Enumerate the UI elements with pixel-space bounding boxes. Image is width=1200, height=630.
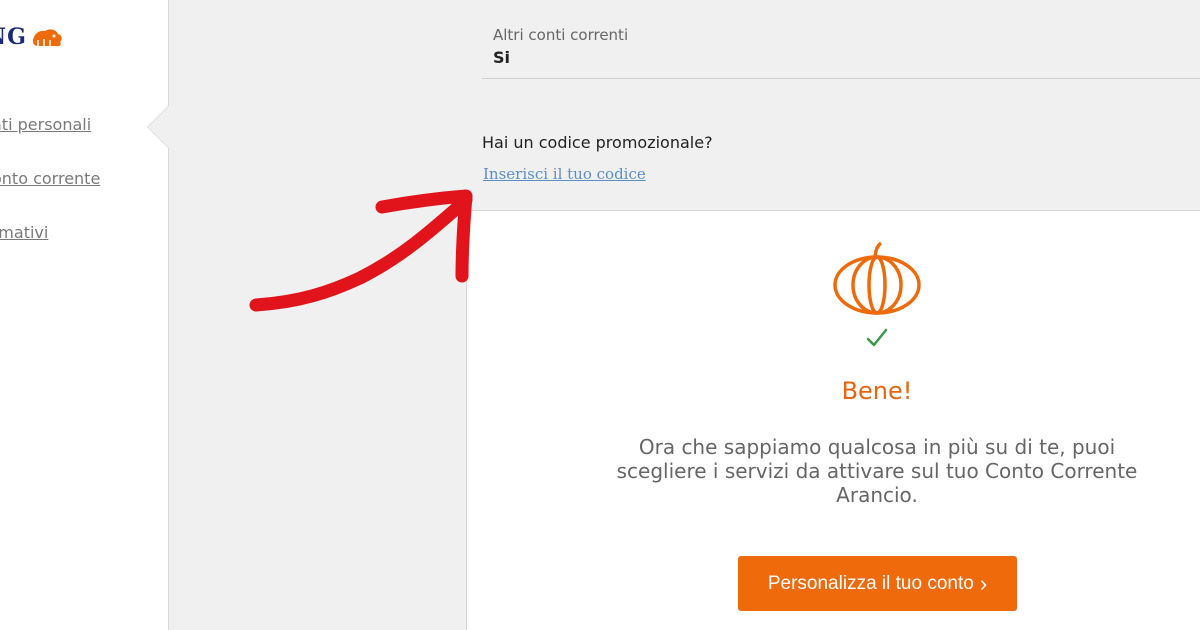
confirmation-card: Bene! Ora che sappiamo qualcosa in più s… <box>466 210 1200 630</box>
confirmation-title: Bene! <box>841 377 913 405</box>
confirmation-message: Ora che sappiamo qualcosa in più su di t… <box>616 435 1138 507</box>
chevron-right-icon: › <box>979 570 988 596</box>
personalize-account-button[interactable]: Personalizza il tuo conto › <box>738 556 1017 611</box>
ing-logo[interactable]: NG <box>0 24 64 50</box>
other-accounts-value: Si <box>493 48 511 67</box>
personalize-account-label: Personalizza il tuo conto <box>767 572 974 594</box>
logo-text: NG <box>0 24 27 50</box>
promo-code-question: Hai un codice promozionale? <box>482 133 713 152</box>
field-divider <box>482 78 1200 79</box>
other-accounts-label: Altri conti correnti <box>493 26 629 44</box>
checkmark-icon <box>866 328 888 347</box>
sidebar-item-current-account[interactable]: onto corrente <box>0 169 100 188</box>
sidebar-item-disclosures[interactable]: rmativi <box>0 223 48 242</box>
sidebar: NG ati personali onto corrente rmativi <box>0 0 169 630</box>
lion-icon <box>32 29 62 47</box>
sidebar-item-personal-data[interactable]: ati personali <box>0 115 91 134</box>
pumpkin-icon <box>833 241 921 315</box>
active-step-pointer <box>148 106 169 148</box>
enter-promo-code-link[interactable]: Inserisci il tuo codice <box>483 165 646 183</box>
